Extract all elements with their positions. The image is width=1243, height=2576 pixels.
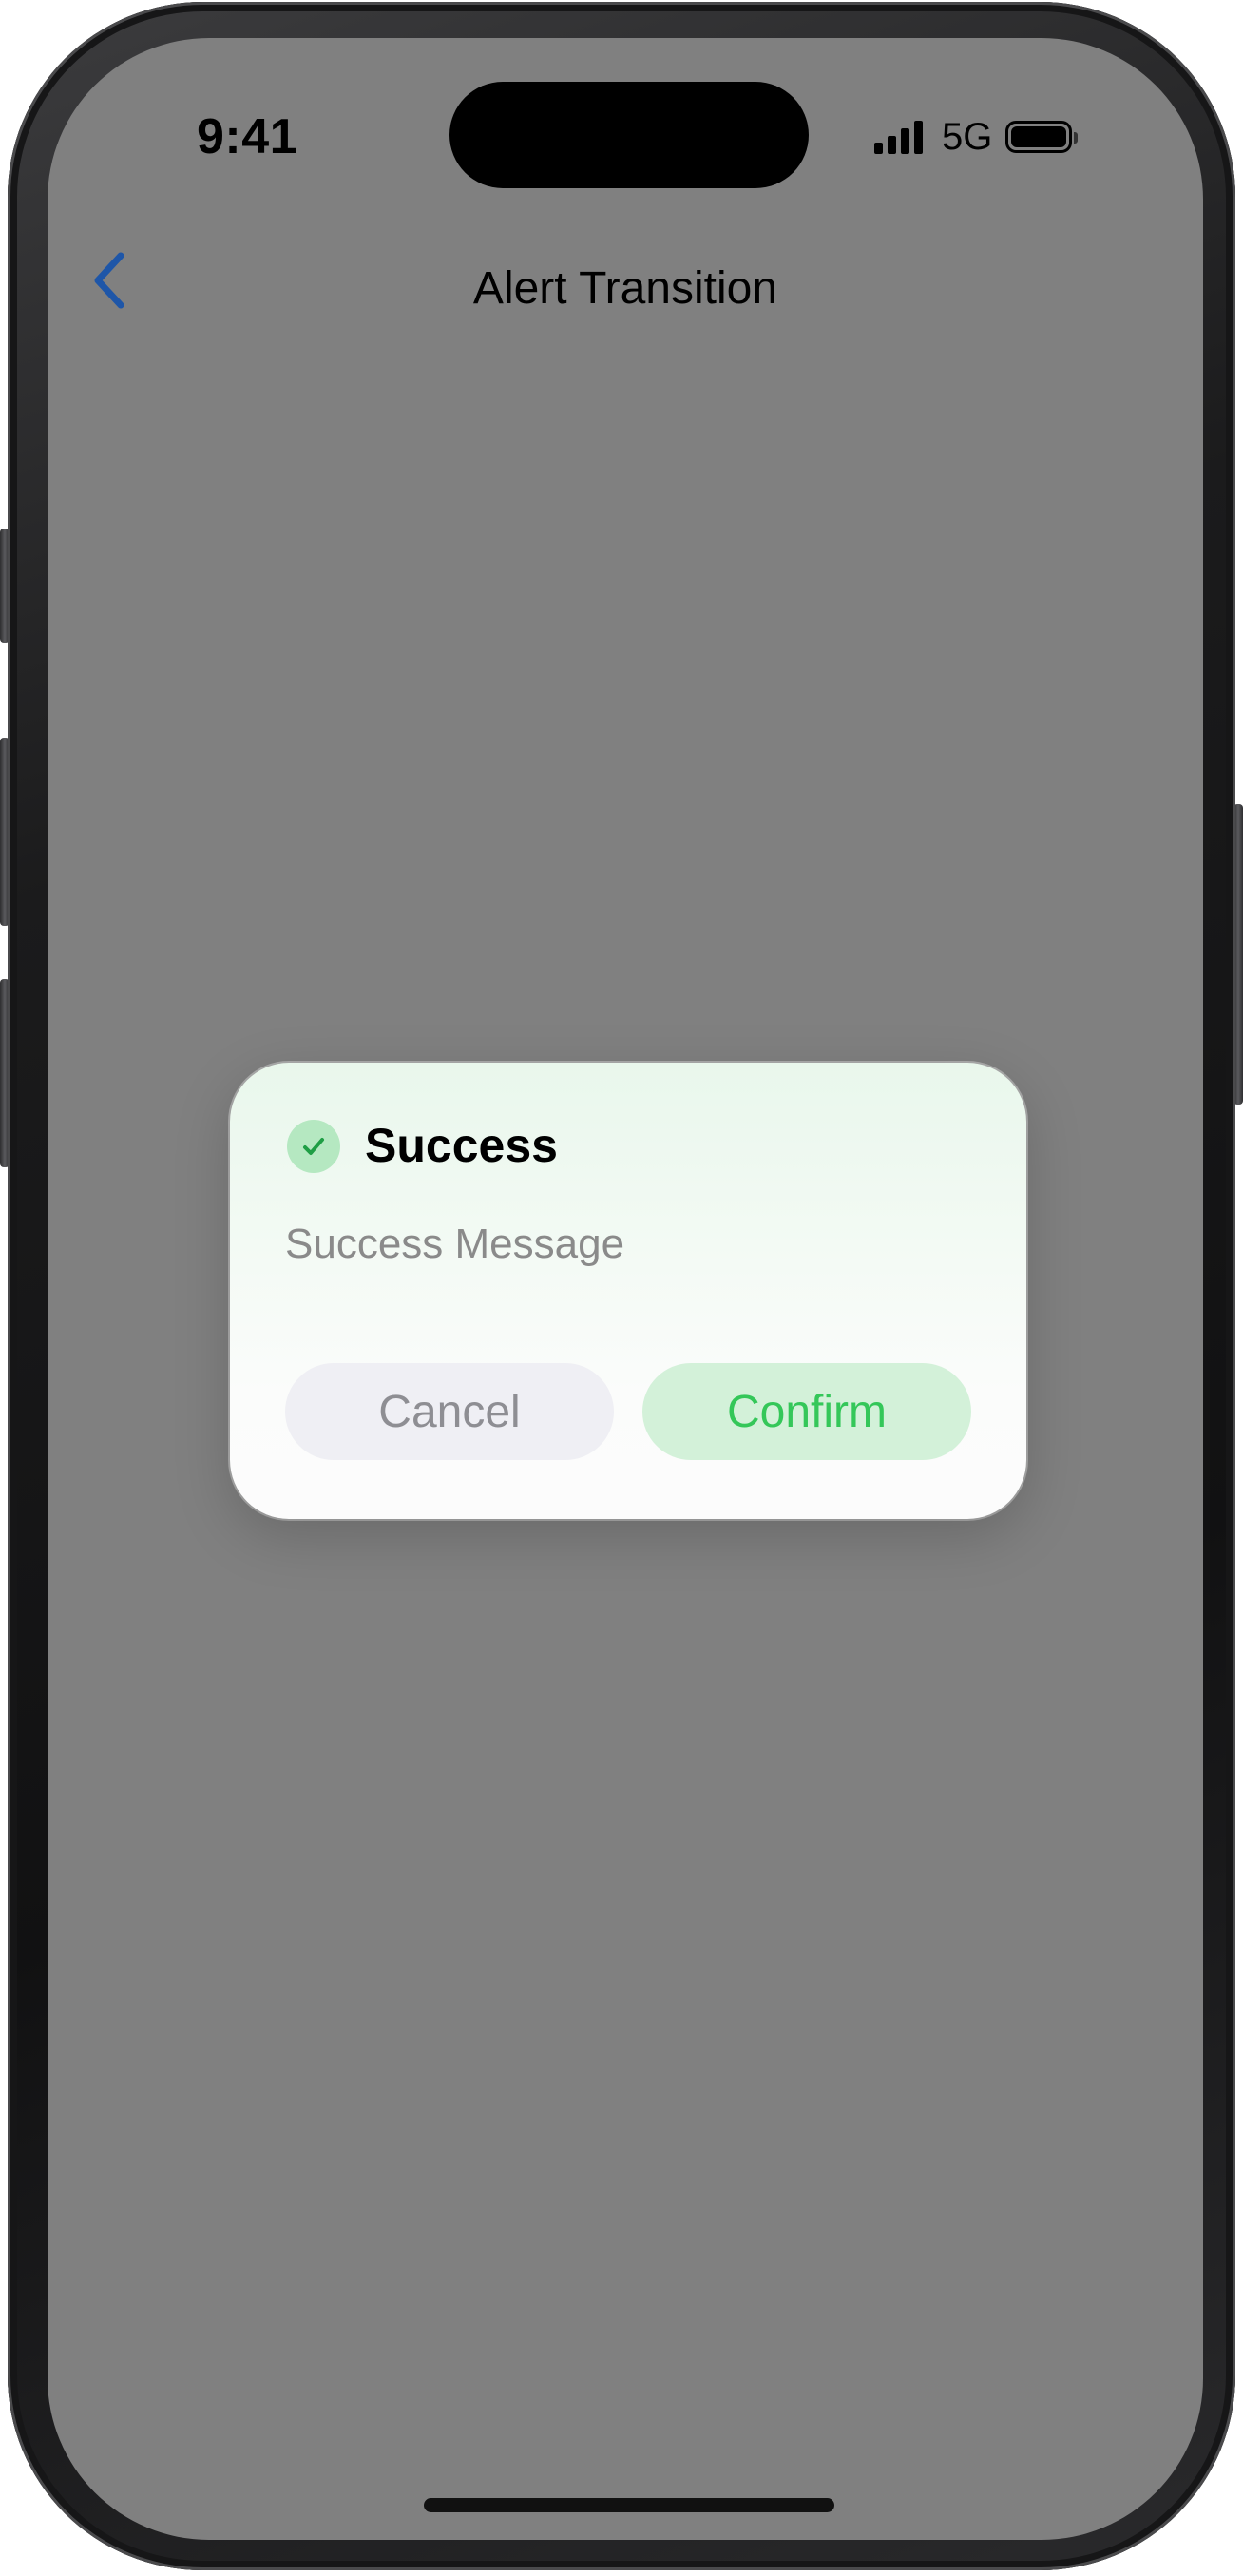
page-title: Alert Transition [472,263,778,314]
phone-frame: 9:41 5G Alert Transition Success Success… [8,2,1235,2570]
alert-dialog: Success Success Message Cancel Confirm [230,1063,1026,1519]
status-time: 9:41 [196,109,298,164]
device-mockup: 9:41 5G Alert Transition Success Success… [0,0,1243,2576]
status-indicators: 5G [874,115,1079,158]
alert-title: Success [365,1119,558,1172]
dynamic-island [449,82,809,188]
battery-icon [1005,121,1079,153]
alert-message: Success Message [285,1221,625,1267]
screen: 9:41 5G Alert Transition Success Success… [48,38,1203,2540]
network-label: 5G [942,115,993,158]
checkmark-circle-icon [287,1120,340,1173]
confirm-button[interactable]: Confirm [642,1363,971,1460]
cancel-button[interactable]: Cancel [285,1363,614,1460]
home-indicator[interactable] [424,2498,834,2512]
signal-bars-icon [874,120,923,154]
